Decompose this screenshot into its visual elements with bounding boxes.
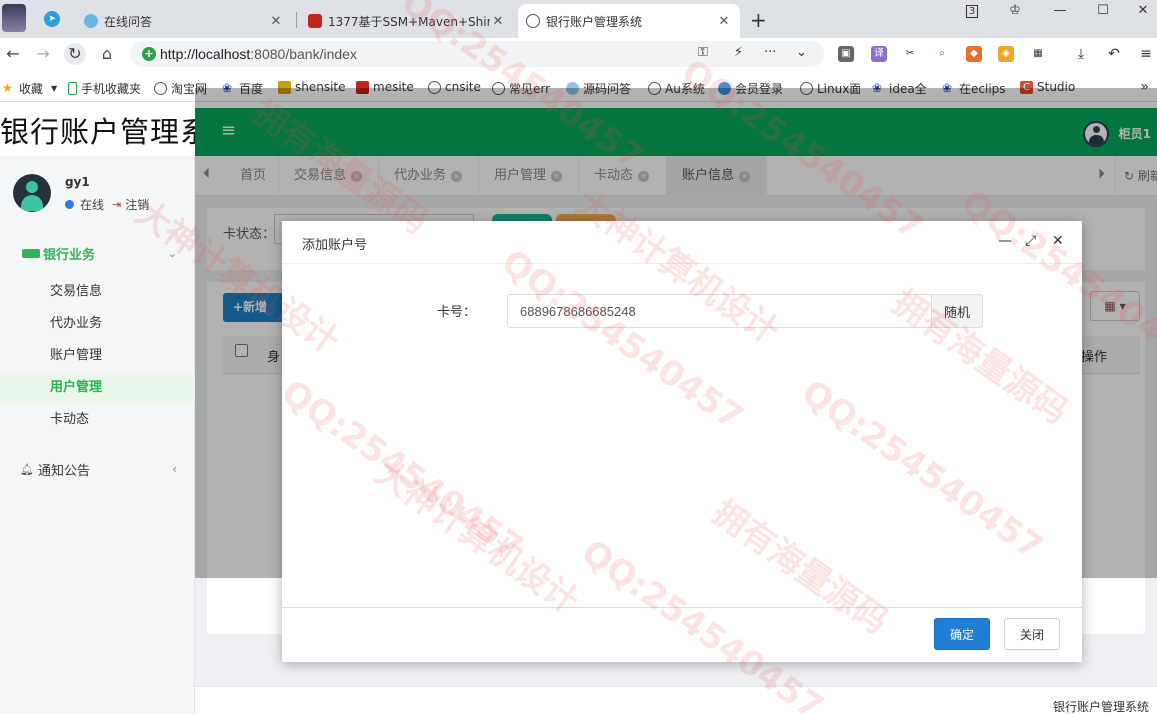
close-icon[interactable]: ✕	[1052, 233, 1064, 249]
confirm-button[interactable]: 确定	[934, 618, 990, 650]
user-panel: gy1 在线 ⇥ 注销	[0, 156, 195, 234]
close-icon[interactable]: ✕	[716, 14, 732, 29]
new-tab-button[interactable]: +	[750, 8, 767, 32]
app-logo: 银行账户管理系统	[0, 108, 195, 156]
footer: 银行账户管理系统	[195, 686, 1157, 714]
card-icon	[22, 248, 40, 258]
phone-icon	[68, 82, 77, 95]
maximize-icon[interactable]: ☐	[1083, 0, 1123, 22]
dialog-title: 添加账户号	[302, 238, 368, 253]
sidebar-item-users[interactable]: 用户管理	[0, 373, 195, 403]
home-icon[interactable]: ⌂	[96, 43, 118, 65]
profile-avatar-icon[interactable]	[2, 4, 26, 32]
shirt-icon[interactable]: ♔	[995, 0, 1035, 22]
reload-icon[interactable]: ↻	[64, 43, 86, 65]
sidebar: 银行账户管理系统 gy1 在线 ⇥ 注销 银行业务 ⌄ 交易信息 代办业务 账户…	[0, 108, 195, 714]
random-button[interactable]: 随机	[931, 294, 983, 328]
logout-link[interactable]: 注销	[125, 196, 149, 213]
menu-group-banking[interactable]: 银行业务 ⌄	[0, 238, 195, 268]
sidebar-item-agency[interactable]: 代办业务	[0, 309, 195, 339]
url-text: http://localhost:8080/bank/index	[160, 46, 357, 62]
address-bar[interactable]: + http://localhost:8080/bank/index ⚿ ⚡ ·…	[130, 41, 824, 67]
apps-grid-icon[interactable]: ▦	[1030, 46, 1046, 62]
logout-icon[interactable]: ⇥	[112, 198, 121, 211]
online-label: 在线	[80, 198, 105, 212]
close-icon[interactable]: ✕	[490, 14, 506, 29]
close-icon[interactable]: ✕	[268, 14, 284, 29]
bookmark-item[interactable]: 手机收藏夹	[68, 80, 141, 97]
tab-count-badge[interactable]: 3	[952, 0, 992, 22]
card-number-label: 卡号：	[437, 305, 477, 320]
browser-tab-title: 1377基于SSM+Maven+Shir	[328, 14, 490, 29]
user-name: gy1	[65, 175, 90, 189]
sidebar-item-accounts[interactable]: 账户管理	[0, 341, 195, 371]
secure-icon: +	[142, 47, 156, 61]
telegram-icon[interactable]: ➤	[44, 11, 60, 27]
sidebar-item-card-status[interactable]: 卡动态	[0, 405, 195, 435]
minimize-icon[interactable]: —	[998, 233, 1012, 249]
online-dot-icon	[65, 200, 74, 209]
avatar	[13, 174, 51, 212]
browser-tab-bank[interactable]: 银行账户管理系统 ✕	[518, 4, 740, 38]
menu-group-label: 银行业务	[43, 247, 96, 263]
chevron-left-icon: ‹	[172, 462, 177, 476]
close-button[interactable]: 关闭	[1004, 618, 1060, 650]
chevron-down-icon[interactable]: ⌄	[796, 45, 807, 60]
game-icon[interactable]: ◆	[966, 46, 982, 62]
more-icon[interactable]: ···	[764, 45, 776, 60]
globe-icon	[154, 82, 167, 95]
undo-icon[interactable]: ↶	[1106, 46, 1122, 62]
chevron-down-icon: ⌄	[167, 246, 177, 260]
dialog-header: 添加账户号 — ⤢ ✕	[282, 221, 1082, 264]
browser-toolbar: ← → ↻ ⌂ + http://localhost:8080/bank/ind…	[0, 38, 1157, 70]
browser-tab-ssm[interactable]: 1377基于SSM+Maven+Shir ✕	[300, 4, 514, 38]
scissors-icon[interactable]: ✂	[902, 46, 918, 62]
key-icon[interactable]: ⚿	[698, 45, 708, 60]
globe-icon	[526, 14, 540, 28]
minimize-icon[interactable]: —	[1040, 0, 1080, 22]
menu-icon[interactable]: ≡	[1138, 46, 1154, 62]
footer-text: 银行账户管理系统	[1052, 700, 1149, 714]
maximize-icon[interactable]: ⤢	[1025, 233, 1036, 249]
search-icon[interactable]: ⌕	[934, 46, 950, 62]
bookmark-item[interactable]: ★ 收藏 ▼	[2, 80, 57, 97]
card-number-input[interactable]	[507, 294, 931, 328]
shield-icon[interactable]: ◈	[998, 46, 1014, 62]
browser-tab-strip: ➤ 在线问答 ✕ 1377基于SSM+Maven+Shir ✕ 银行账户管理系统…	[0, 0, 1157, 38]
add-account-dialog: 添加账户号 — ⤢ ✕ 卡号： 随机 确定 关闭	[282, 221, 1082, 662]
qa-site-icon	[84, 14, 98, 28]
star-icon: ★	[2, 81, 13, 95]
sidebar-item-transactions[interactable]: 交易信息	[0, 277, 195, 307]
caret-down-icon: ▼	[51, 84, 58, 93]
download-icon[interactable]: ⤓	[1073, 46, 1089, 62]
back-icon[interactable]: ←	[2, 43, 24, 65]
window-close-icon[interactable]: ✕	[1123, 0, 1157, 22]
menu-group-notice[interactable]: 🔔︎ 通知公告 ‹	[0, 454, 195, 484]
site-favicon-icon	[308, 14, 322, 28]
menu-group-label: 通知公告	[37, 463, 90, 479]
translate-icon[interactable]: 译	[871, 46, 887, 62]
bell-icon: 🔔︎	[20, 462, 34, 476]
forward-icon[interactable]: →	[32, 43, 54, 65]
lightning-icon[interactable]: ⚡	[734, 45, 743, 60]
tab-divider	[296, 12, 297, 28]
user-status: 在线 ⇥ 注销	[65, 196, 149, 213]
browser-tab-title: 银行账户管理系统	[546, 14, 643, 29]
extension-icon[interactable]: ▣	[838, 46, 854, 62]
dialog-footer: 确定 关闭	[282, 607, 1082, 662]
browser-tab-title: 在线问答	[104, 14, 153, 29]
browser-tab-qa[interactable]: 在线问答 ✕	[76, 4, 292, 38]
